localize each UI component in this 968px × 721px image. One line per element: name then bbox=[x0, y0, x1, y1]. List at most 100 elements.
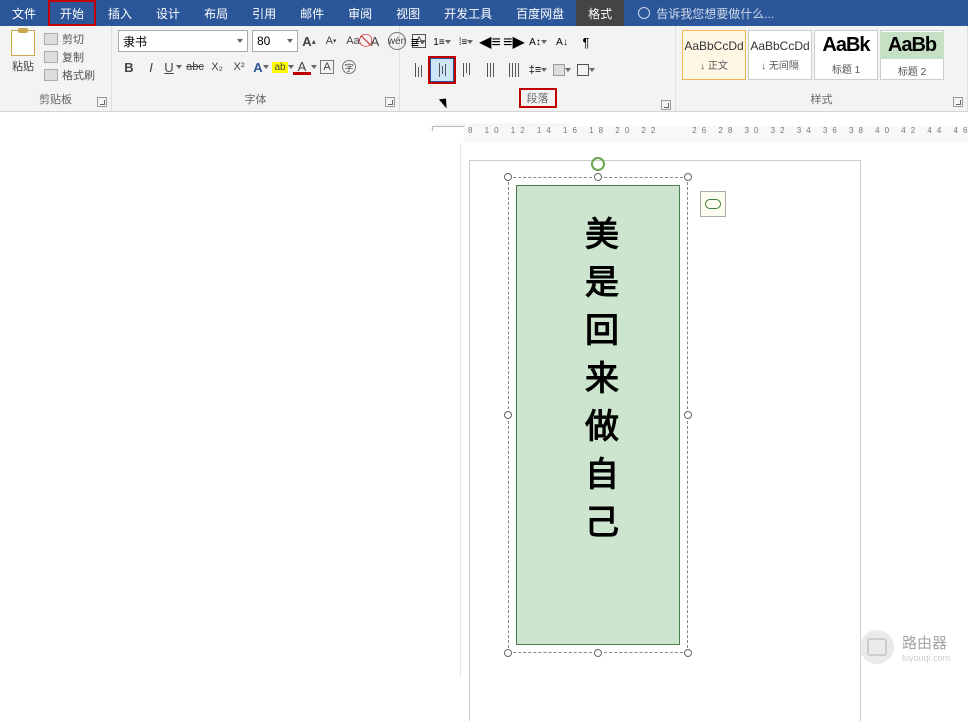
color-swatch bbox=[293, 72, 311, 75]
chevron-down-icon bbox=[541, 68, 547, 72]
highlight-button[interactable]: ab bbox=[272, 56, 294, 78]
change-case-button[interactable]: Aa bbox=[342, 30, 364, 52]
menu-design[interactable]: 设计 bbox=[144, 0, 192, 26]
decrease-indent-button[interactable]: ◀≡ bbox=[478, 30, 502, 54]
numbering-button[interactable]: 1≡ bbox=[430, 30, 454, 54]
clear-format-button[interactable]: A⃠ bbox=[364, 30, 386, 52]
font-size-combo[interactable]: 80 bbox=[252, 30, 298, 52]
valign-top-button[interactable] bbox=[406, 58, 430, 82]
underline-button[interactable]: U bbox=[162, 56, 184, 78]
group-font-label: 字体 bbox=[112, 89, 399, 111]
style-normal[interactable]: AaBbCcDd ↓ 正文 bbox=[682, 30, 746, 80]
multilevel-button[interactable]: ⁞≡ bbox=[454, 30, 478, 54]
chevron-down-icon bbox=[565, 68, 571, 72]
sort-button[interactable]: A↓ bbox=[550, 30, 574, 54]
text-box-content[interactable]: 美是回来做自己 bbox=[516, 185, 680, 645]
style-name: ↓ 无间隔 bbox=[761, 57, 799, 72]
italic-button[interactable]: I bbox=[140, 56, 162, 78]
text-effects-button[interactable]: A bbox=[250, 56, 272, 78]
chevron-down-icon bbox=[589, 68, 595, 72]
style-preview: AaBb bbox=[880, 32, 944, 59]
cut-button[interactable]: 剪切 bbox=[44, 30, 95, 48]
asian-layout-button[interactable]: A↕ bbox=[526, 30, 550, 54]
menu-review[interactable]: 审阅 bbox=[336, 0, 384, 26]
shading-a-icon: A bbox=[320, 60, 333, 74]
resize-handle[interactable] bbox=[504, 649, 512, 657]
show-marks-button[interactable]: ¶ bbox=[574, 30, 598, 54]
menu-references[interactable]: 引用 bbox=[240, 0, 288, 26]
style-heading1[interactable]: AaBk 标题 1 bbox=[814, 30, 878, 80]
shading-button[interactable] bbox=[550, 58, 574, 82]
menu-format[interactable]: 格式 bbox=[576, 0, 624, 26]
menu-file[interactable]: 文件 bbox=[0, 0, 48, 26]
bold-button[interactable]: B bbox=[118, 56, 140, 78]
paragraph-dialog-icon[interactable] bbox=[661, 100, 671, 110]
format-painter-label: 格式刷 bbox=[62, 67, 95, 83]
bullets-button[interactable]: ≣ bbox=[406, 30, 430, 54]
resize-handle[interactable] bbox=[684, 411, 692, 419]
resize-handle[interactable] bbox=[684, 649, 692, 657]
increase-indent-button[interactable]: ≡▶ bbox=[502, 30, 526, 54]
underline-label: U bbox=[164, 60, 173, 75]
scissors-icon bbox=[44, 33, 58, 45]
styles-dialog-icon[interactable] bbox=[953, 97, 963, 107]
effects-a-icon: A bbox=[253, 60, 262, 75]
char-shading-button[interactable]: A bbox=[316, 56, 338, 78]
horizontal-ruler[interactable]: 8 10 12 14 16 18 20 2226 28 30 32 34 36 … bbox=[464, 126, 968, 142]
menu-baidu[interactable]: 百度网盘 bbox=[504, 0, 576, 26]
format-painter-button[interactable]: 格式刷 bbox=[44, 66, 95, 84]
paste-icon bbox=[11, 30, 35, 56]
enclose-char-button[interactable]: 字 bbox=[338, 56, 360, 78]
resize-handle[interactable] bbox=[594, 649, 602, 657]
ruler-left: 8 10 12 14 16 18 20 22 bbox=[468, 126, 660, 135]
line-spacing-button[interactable]: ‡≡ bbox=[526, 58, 550, 82]
valign-justify-button[interactable] bbox=[478, 58, 502, 82]
document-page[interactable]: 美是回来做自己 bbox=[470, 161, 860, 721]
style-heading2[interactable]: AaBb 标题 2 bbox=[880, 30, 944, 80]
style-nospacing[interactable]: AaBbCcDd ↓ 无间隔 bbox=[748, 30, 812, 80]
chevron-down-icon bbox=[287, 39, 293, 43]
strikethrough-button[interactable]: abc bbox=[184, 56, 206, 78]
font-name-combo[interactable]: 隶书 bbox=[118, 30, 248, 52]
chevron-down-icon bbox=[420, 40, 426, 44]
font-size-value: 80 bbox=[257, 34, 270, 48]
valign-bottom-button[interactable] bbox=[454, 58, 478, 82]
resize-handle[interactable] bbox=[504, 411, 512, 419]
page-edge-line bbox=[460, 143, 461, 678]
resize-handle[interactable] bbox=[594, 173, 602, 181]
superscript-button[interactable]: X² bbox=[228, 56, 250, 78]
brush-icon bbox=[44, 69, 58, 81]
menu-dev[interactable]: 开发工具 bbox=[432, 0, 504, 26]
resize-handle[interactable] bbox=[504, 173, 512, 181]
bold-label: B bbox=[124, 60, 133, 75]
rotate-handle-icon[interactable] bbox=[591, 157, 605, 171]
letter-a-big: A bbox=[302, 34, 311, 49]
menu-home[interactable]: 开始 bbox=[48, 0, 96, 26]
borders-button[interactable] bbox=[574, 58, 598, 82]
menu-view[interactable]: 视图 bbox=[384, 0, 432, 26]
font-color-button[interactable]: A bbox=[294, 56, 316, 78]
resize-handle[interactable] bbox=[684, 173, 692, 181]
distribute-button[interactable] bbox=[502, 58, 526, 82]
menu-mail[interactable]: 邮件 bbox=[288, 0, 336, 26]
menu-layout[interactable]: 布局 bbox=[192, 0, 240, 26]
group-styles-label: 样式 bbox=[676, 89, 967, 111]
letter-a: A bbox=[371, 34, 380, 49]
copy-button[interactable]: 复制 bbox=[44, 48, 95, 66]
text-box[interactable]: 美是回来做自己 bbox=[516, 185, 680, 645]
shrink-font-button[interactable]: A▾ bbox=[320, 30, 342, 52]
font-dialog-icon[interactable] bbox=[385, 97, 395, 107]
menu-insert[interactable]: 插入 bbox=[96, 0, 144, 26]
valign-center-button[interactable] bbox=[430, 58, 454, 82]
strike-label: abc bbox=[186, 61, 204, 73]
layout-options-button[interactable] bbox=[700, 191, 726, 217]
grow-font-button[interactable]: A▴ bbox=[298, 30, 320, 52]
chevron-down-icon bbox=[467, 40, 473, 44]
tell-me-search[interactable]: 告诉我您想要做什么... bbox=[624, 0, 774, 26]
subscript-button[interactable]: X₂ bbox=[206, 56, 228, 78]
group-clipboard: 粘贴 剪切 复制 格式刷 剪贴板 bbox=[0, 26, 112, 111]
watermark-sub: luyouqi.com bbox=[902, 653, 950, 663]
clipboard-dialog-icon[interactable] bbox=[97, 97, 107, 107]
paste-button[interactable]: 粘贴 bbox=[6, 30, 40, 74]
group-styles: AaBbCcDd ↓ 正文 AaBbCcDd ↓ 无间隔 AaBk 标题 1 A… bbox=[676, 26, 968, 111]
